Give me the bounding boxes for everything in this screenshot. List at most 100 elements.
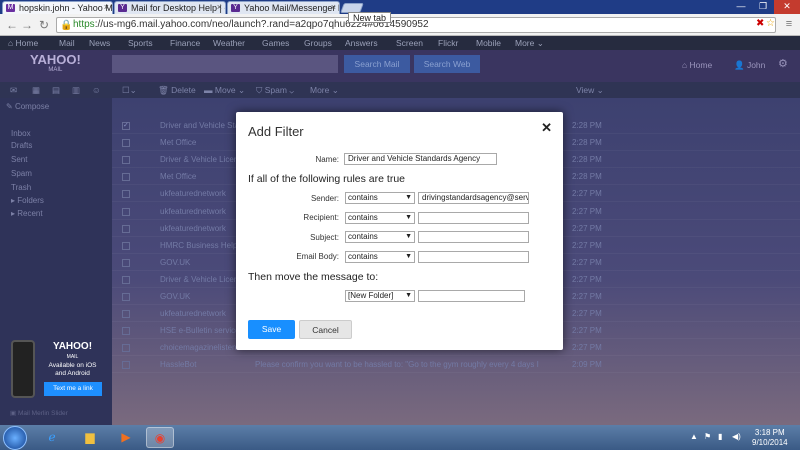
close-icon[interactable]: × xyxy=(217,2,222,12)
start-button[interactable] xyxy=(3,426,27,450)
folder-drafts[interactable]: Drafts xyxy=(11,141,32,150)
nav-mobile[interactable]: Mobile xyxy=(476,38,501,48)
nav-flickr[interactable]: Flickr xyxy=(438,38,458,48)
url-bar[interactable]: 🔒 https://us-mg6.mail.yahoo.com/neo/laun… xyxy=(56,17,776,33)
row-checkbox[interactable] xyxy=(122,173,130,182)
yahoo-icon: Y xyxy=(231,4,240,12)
sender-operator-select[interactable]: contains ▼ xyxy=(345,192,415,204)
message-sender: ukfeaturednetwork xyxy=(160,206,226,216)
nav-sports[interactable]: Sports xyxy=(128,38,153,48)
nav-answers[interactable]: Answers xyxy=(345,38,378,48)
new-folder-input[interactable] xyxy=(418,290,525,302)
close-icon[interactable]: ✕ xyxy=(541,120,552,136)
tab-mail-help[interactable]: Y Mail for Desktop Help | - S × xyxy=(114,1,226,14)
row-checkbox[interactable] xyxy=(122,293,130,301)
cancel-button[interactable]: Cancel xyxy=(299,320,352,339)
tray-arrow-icon[interactable]: ▲ xyxy=(690,432,698,441)
tray-flag-icon[interactable]: ⚑ xyxy=(704,432,711,441)
chrome-icon[interactable]: ◉ xyxy=(146,427,174,448)
sender-value-input[interactable]: drivingstandardsagency@servic xyxy=(418,192,529,204)
delete-button[interactable]: 🗑 Delete xyxy=(158,85,196,96)
view-button[interactable]: View ⌄ xyxy=(576,85,604,96)
header-home-link[interactable]: ⌂ Home xyxy=(682,60,712,70)
nav-screen[interactable]: Screen xyxy=(396,38,423,48)
move-button[interactable]: ▬ Move ⌄ xyxy=(204,85,245,96)
email-body-operator-select[interactable]: contains ▼ xyxy=(345,251,415,263)
internet-explorer-icon[interactable]: ℯ xyxy=(38,427,66,448)
row-checkbox[interactable] xyxy=(122,207,130,216)
nav-news[interactable]: News xyxy=(89,38,110,48)
tab-yahoo-mail[interactable]: M hopskin.john - Yahoo Mai × xyxy=(2,1,113,14)
search-mail-button[interactable]: Search Mail xyxy=(344,55,410,73)
row-checkbox[interactable] xyxy=(122,361,130,370)
folder-recent[interactable]: ▸ Recent xyxy=(11,209,43,218)
header-user-link[interactable]: 👤 John xyxy=(734,60,765,71)
more-button[interactable]: More ⌄ xyxy=(310,85,339,96)
home-icon: ⌂ xyxy=(8,38,16,48)
row-checkbox[interactable] xyxy=(122,241,130,250)
compose-button[interactable]: ✎ Compose xyxy=(6,102,49,111)
maximize-icon[interactable]: ❐ xyxy=(752,0,774,14)
volume-icon[interactable]: ◀) xyxy=(732,432,741,441)
row-checkbox[interactable] xyxy=(122,275,130,284)
subject-value-input[interactable] xyxy=(418,231,529,243)
mail-icon[interactable]: ✉ xyxy=(10,85,17,96)
folder-spam[interactable]: Spam xyxy=(11,169,32,178)
nav-weather[interactable]: Weather xyxy=(213,38,245,48)
row-checkbox[interactable] xyxy=(122,190,130,199)
calendar-icon[interactable]: ▤ xyxy=(52,85,60,96)
folder-trash[interactable]: Trash xyxy=(11,183,31,192)
row-checkbox[interactable] xyxy=(122,139,130,148)
system-clock[interactable]: 3:18 PM 9/10/2014 xyxy=(752,428,788,448)
save-button[interactable]: Save xyxy=(248,320,295,339)
messenger-icon[interactable]: ☺ xyxy=(92,85,101,95)
row-checkbox[interactable] xyxy=(122,224,130,233)
nav-finance[interactable]: Finance xyxy=(170,38,200,48)
recipient-value-input[interactable] xyxy=(418,212,529,224)
menu-icon[interactable]: ≡ xyxy=(782,18,796,30)
gear-icon[interactable]: ⚙ xyxy=(778,57,788,70)
file-explorer-icon[interactable]: ▆ xyxy=(76,427,104,448)
nav-groups[interactable]: Groups xyxy=(304,38,332,48)
nav-home[interactable]: ⌂ Home xyxy=(8,38,38,48)
row-checkbox[interactable] xyxy=(122,310,130,319)
spam-button[interactable]: ⛉ Spam ⌄ xyxy=(256,85,294,96)
tab-messenger[interactable]: Y Yahoo Mail/Messenger Re × xyxy=(227,1,340,14)
search-input[interactable] xyxy=(112,55,338,73)
notepad-icon[interactable]: ▥ xyxy=(72,85,80,96)
row-checkbox[interactable]: ✓ xyxy=(122,122,130,130)
text-me-link-button[interactable]: Text me a link xyxy=(44,382,102,396)
select-all-checkbox[interactable]: ☐⌄ xyxy=(122,85,137,96)
yahoo-mail-logo[interactable]: YAHOO! MAIL xyxy=(30,53,81,75)
message-time: 2:09 PM xyxy=(572,360,602,370)
row-checkbox[interactable] xyxy=(122,258,130,267)
row-checkbox[interactable] xyxy=(122,327,130,336)
folder-folders[interactable]: ▸ Folders xyxy=(11,196,44,205)
forward-icon[interactable]: → xyxy=(20,18,34,32)
blocked-icon[interactable]: ✖ xyxy=(756,18,764,29)
nav-games[interactable]: Games xyxy=(262,38,289,48)
row-checkbox[interactable] xyxy=(122,344,130,353)
row-checkbox[interactable] xyxy=(122,156,130,165)
reload-icon[interactable]: ↻ xyxy=(37,18,51,32)
star-icon[interactable]: ☆ xyxy=(766,18,775,29)
email-body-value-input[interactable] xyxy=(418,251,529,263)
folder-inbox[interactable]: Inbox xyxy=(11,129,31,138)
search-web-button[interactable]: Search Web xyxy=(414,55,480,73)
table-row[interactable]: HassleBot 2:09 PM Please confirm you want … xyxy=(112,357,800,374)
media-player-icon[interactable]: ▶ xyxy=(112,427,140,448)
back-icon[interactable]: ← xyxy=(5,18,19,32)
recipient-operator-select[interactable]: contains ▼ xyxy=(345,212,415,224)
close-icon[interactable]: × xyxy=(104,2,109,12)
subject-operator-select[interactable]: contains ▼ xyxy=(345,231,415,243)
contacts-icon[interactable]: ▦ xyxy=(32,85,40,96)
filter-name-input[interactable]: Driver and Vehicle Standards Agency xyxy=(344,153,497,165)
network-icon[interactable]: ▮ xyxy=(718,432,722,441)
folder-sent[interactable]: Sent xyxy=(11,155,27,164)
close-icon[interactable]: × xyxy=(331,2,336,12)
nav-mail[interactable]: Mail xyxy=(59,38,75,48)
minimize-icon[interactable]: — xyxy=(730,0,752,14)
nav-more[interactable]: More ⌄ xyxy=(515,38,544,49)
close-window-icon[interactable]: ✕ xyxy=(774,0,800,14)
folder-select[interactable]: [New Folder] ▼ xyxy=(345,290,415,302)
